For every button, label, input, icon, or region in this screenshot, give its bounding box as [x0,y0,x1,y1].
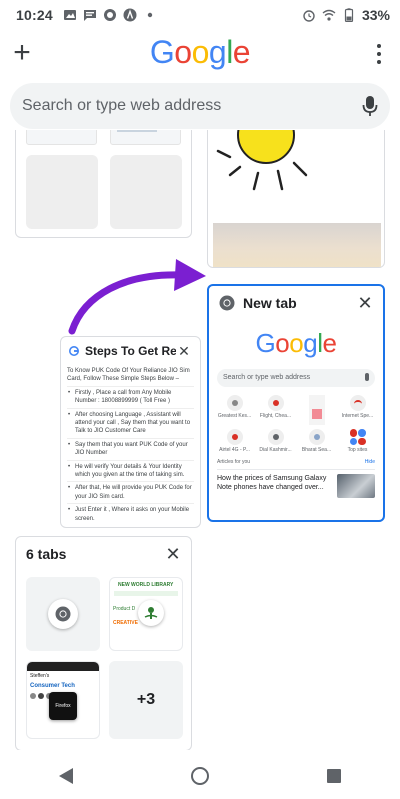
tab-card-jio[interactable]: Steps To Get Relia ✕ To Know PUK Code Of… [60,336,201,528]
logo-letter-2: o [174,34,192,70]
search-box[interactable]: Search or type web address [10,83,390,129]
articles-hide: Hide [364,459,375,465]
home-icon[interactable] [191,766,209,785]
status-time: 10:24 [16,7,53,23]
tab-card-scrolled-left[interactable] [15,130,192,238]
library-logo-icon [138,600,164,626]
recent-apps-icon[interactable] [327,768,341,783]
tab-card-scrolled-right[interactable] [207,130,385,268]
wifi-icon [322,9,336,21]
chrome-icon [55,606,71,622]
thumbnail-placeholder [26,155,98,229]
shortcut-label: Bharat Sea... [301,447,332,453]
shortcut-label: Dial Kashmir... [259,447,292,453]
battery-level: 33% [361,7,390,23]
articles-label: Articles for you [217,459,251,465]
shortcut-tile: Top sites [338,429,377,453]
arrow-annotation [68,259,206,335]
system-nav-bar [0,752,400,799]
close-tab-icon[interactable]: ✕ [176,343,192,359]
battery-icon [344,8,354,22]
tab-group-card[interactable]: 6 tabs ✕ NEW WORLD LIBRARY Product D CRE… [15,536,192,750]
shortcut-tile: Airtel 4G - P... [215,429,254,453]
article-steps: • Firstly , Place a call from Any Mobile … [67,385,194,523]
circle-a-icon [123,8,137,22]
chrome-icon [219,295,235,311]
step-item: • After that, He will provide you PUK Cod… [67,481,194,503]
thumbnail-placeholder [110,155,182,229]
tab-group-header: 6 tabs ✕ [16,537,191,571]
logo-letter-6: e [232,34,251,70]
article-item: How the prices of Samsung Galaxy Note ph… [217,469,375,499]
message-icon [83,10,96,21]
tab-thumbnail: To Know PUK Code Of Your Reliance JIO Si… [67,367,194,523]
tab-grid: New tab ✕ Google Search or type web addr… [0,130,400,750]
shortcut-tile: Bharat Sea... [297,429,336,453]
shortcut-tile [297,395,336,425]
image-icon [63,10,76,20]
article-text: How the prices of Samsung Galaxy Note ph… [217,475,327,491]
group-thumb-consumer-tech: Steffen's Consumer Tech Firefox [26,661,100,739]
group-thumb-chrome [26,577,100,651]
group-more-count: +3 [109,661,183,739]
status-bar: 10:24 33% [0,0,400,30]
thumbnail [26,130,97,145]
tab-header: New tab ✕ [209,286,383,320]
thumb-text: NEW WORLD LIBRARY [118,582,174,588]
alarm-icon [303,10,315,22]
tab-title: Steps To Get Relia [85,344,176,358]
shortcut-tile: Greatest Kes... [215,395,254,425]
tab-group-title: 6 tabs [26,546,67,562]
back-icon[interactable] [59,767,73,784]
shortcut-tile: Flight, Chea... [256,395,295,425]
mic-icon[interactable] [362,94,378,118]
google-logo: Google [0,34,400,71]
logo-letter-1: G [149,34,175,70]
shortcut-tile: Internet Spe... [338,395,377,425]
shortcut-label: Greatest Kes... [217,413,252,419]
thumb-search-box: Search or type web address [217,369,375,387]
close-tab-icon[interactable]: ✕ [357,294,373,312]
shortcut-tile: Dial Kashmir... [256,429,295,453]
search-placeholder: Search or type web address [22,97,222,114]
thumb-tiles: Greatest Kes... Flight, Chea... Internet… [215,395,377,453]
step-item: • Firstly , Place a call from Any Mobile … [67,385,194,408]
tab-header: Steps To Get Relia ✕ [61,337,200,365]
step-item: • He will verify Your details & Your Iden… [67,459,194,482]
blurred-photo-image [213,223,381,267]
thumb-google-logo: Google [255,328,337,358]
firefox-icon: Firefox [49,692,77,720]
logo-letter-4: g [208,34,227,70]
logo-letter-3: o [191,34,210,70]
article-image [337,474,375,498]
step-item: • After choosing Language , Assistant wil… [67,407,194,438]
logo-letter-5: l [226,34,233,70]
thumb-text: Consumer Tech [30,683,75,689]
circle-icon [103,9,116,21]
shortcut-label: Internet Spe... [341,413,374,419]
thumbnail [110,130,181,145]
thumb-text: Steffen's [30,673,50,679]
shortcut-label: Airtel 4G - P... [219,447,250,453]
tab-thumbnail: Google Search or type web address Greate… [213,320,379,516]
close-group-icon[interactable]: ✕ [165,545,181,563]
thumb-search-placeholder: Search or type web address [223,374,311,381]
step-item: • Just Enter it , Where it asks on your M… [67,503,194,523]
shortcut-label: Flight, Chea... [259,413,292,419]
dot-icon [147,12,153,18]
step-item: • Say them that you want PUK Code of your… [67,437,194,460]
more-options-icon[interactable] [376,44,382,64]
tab-card-new-tab[interactable]: New tab ✕ Google Search or type web addr… [207,284,385,522]
shortcut-label: Top sites [347,447,368,453]
articles-row: Articles for you Hide [217,459,375,465]
group-thumb-library: NEW WORLD LIBRARY Product D CREATIVE [109,577,183,651]
sun-drawing-image [208,130,384,221]
google-favicon-icon [69,346,79,356]
article-intro: To Know PUK Code Of Your Reliance JIO Si… [67,368,190,383]
tab-title: New tab [243,295,297,311]
top-toolbar: + Google [0,30,400,78]
